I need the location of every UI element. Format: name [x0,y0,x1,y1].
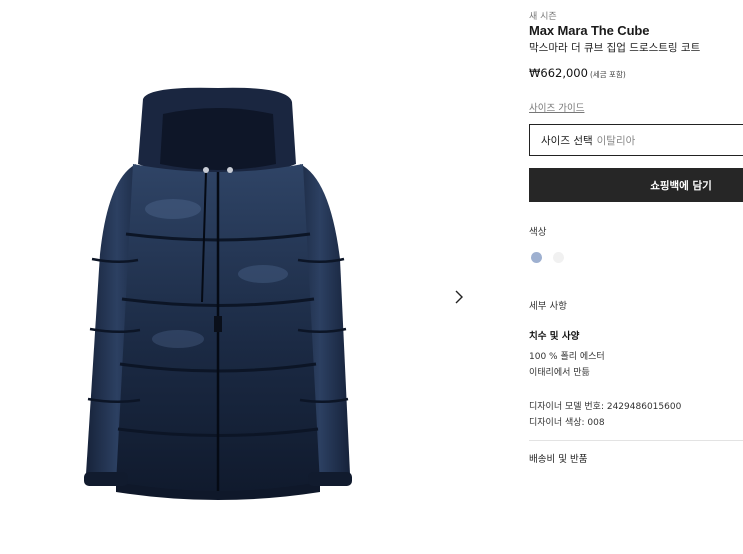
price-value: ₩662,000 [529,66,588,80]
origin-line: 이태리에서 만듦 [529,368,590,378]
size-guide-link[interactable]: 사이즈 가이드 [529,100,584,114]
details-label[interactable]: 세부 사항 [529,298,567,312]
product-image [84,87,352,500]
price: ₩662,000 (세금 포함) [529,66,626,80]
color-swatch-blue[interactable] [531,252,542,263]
chevron-right-icon [455,290,463,304]
season-badge: 새 시즌 [529,12,557,22]
add-to-bag-button[interactable]: 쇼핑백에 담기 [529,168,743,202]
size-select[interactable]: 사이즈 선택 이탈리아 [529,124,743,156]
designer-color: 디자이너 색상: 008 [529,418,605,428]
model-number: 디자이너 모델 번호: 2429486015600 [529,402,682,412]
dimensions-label: 치수 및 사양 [529,331,580,342]
divider [529,440,743,441]
product-name: 막스마라 더 큐브 집업 드로스트링 코트 [529,42,701,54]
tax-note: (세금 포함) [589,70,626,79]
product-info-panel: 새 시즌 Max Mara The Cube 막스마라 더 큐브 집업 드로스트… [529,0,743,554]
color-swatch-white[interactable] [553,252,564,263]
color-label: 색상 [529,227,547,238]
brand-name[interactable]: Max Mara The Cube [529,23,649,38]
size-select-label: 사이즈 선택 [541,134,593,147]
material-line: 100 % 폴리 에스터 [529,352,605,362]
product-gallery [0,0,470,554]
shipping-returns-link[interactable]: 배송비 및 반품 [529,451,587,465]
size-region: 이탈리아 [596,134,636,147]
next-image-button[interactable] [448,286,470,308]
